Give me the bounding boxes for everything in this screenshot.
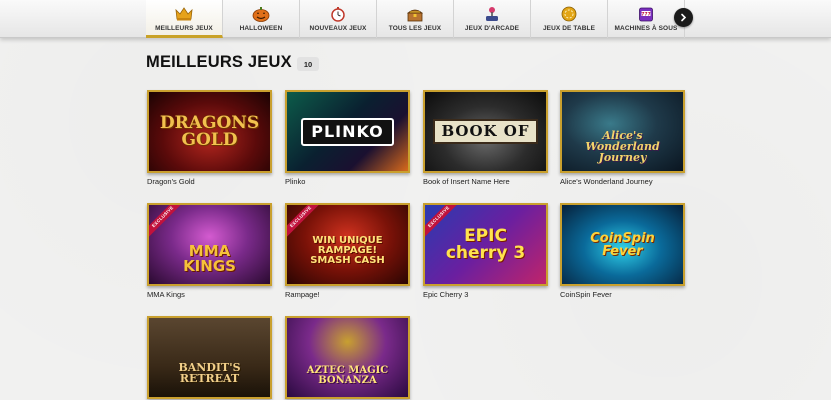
game-count-badge: 10 (297, 57, 319, 71)
slot-machine-icon: 777 (637, 6, 655, 22)
game-tile-epic-cherry-3[interactable]: EXCLUSIVE EPIC cherry 3 Epic Cherry 3 (423, 203, 548, 299)
tab-label: MACHINES À SOUS (614, 25, 678, 32)
tab-label: HALLOWEEN (239, 25, 283, 32)
game-thumbnail[interactable]: EXCLUSIVE EPIC cherry 3 (423, 203, 548, 286)
game-logo: BOOK OF (433, 119, 538, 144)
game-logo: WIN UNIQUE RAMPAGE! SMASH CASH (310, 234, 385, 266)
game-thumbnail[interactable]: CoinSpin Fever (560, 203, 685, 286)
game-logo: CoinSpin Fever (590, 230, 655, 259)
game-thumbnail[interactable]: EXCLUSIVE MMA KINGS (147, 203, 272, 286)
game-thumbnail[interactable]: BANDIT'S RETREAT (147, 316, 272, 399)
game-thumbnail[interactable]: BOOK OF (423, 90, 548, 173)
tab-jeux-darcade[interactable]: JEUX D'ARCADE (454, 0, 531, 38)
game-logo: BANDIT'S RETREAT (178, 360, 241, 385)
joystick-icon (483, 6, 501, 22)
game-logo: DRAGONS GOLD (159, 112, 260, 150)
game-title[interactable]: Rampage! (285, 290, 410, 299)
game-title[interactable]: Dragon's Gold (147, 177, 272, 186)
game-tile-book-of[interactable]: BOOK OF Book of Insert Name Here (423, 90, 548, 186)
tab-meilleurs-jeux[interactable]: MEILLEURS JEUX (146, 0, 223, 38)
crown-icon (175, 6, 193, 22)
game-tile-dragons-gold[interactable]: DRAGONS GOLD Dragon's Gold (147, 90, 272, 186)
game-logo: Alice's Wonderland Journey (585, 129, 660, 164)
pumpkin-icon (252, 6, 270, 22)
game-logo: EPIC cherry 3 (445, 225, 526, 263)
game-tile-bandits-retreat[interactable]: BANDIT'S RETREAT (147, 316, 272, 399)
tab-label: NOUVEAUX JEUX (309, 25, 367, 32)
game-thumbnail[interactable]: Alice's Wonderland Journey (560, 90, 685, 173)
game-tile-coinspin-fever[interactable]: CoinSpin Fever CoinSpin Fever (560, 203, 685, 299)
game-thumbnail[interactable]: DRAGONS GOLD (147, 90, 272, 173)
game-title[interactable]: Plinko (285, 177, 410, 186)
tab-nouveaux-jeux[interactable]: NOUVEAUX JEUX (300, 0, 377, 38)
game-title[interactable]: Epic Cherry 3 (423, 290, 548, 299)
game-logo: PLINKO (301, 117, 394, 146)
category-nav: MEILLEURS JEUX HALLOWEEN NOUVEAUX JEUX T… (0, 0, 831, 38)
tab-label: MEILLEURS JEUX (155, 25, 213, 32)
stopwatch-icon (329, 6, 347, 22)
game-tile-plinko[interactable]: PLINKO Plinko (285, 90, 410, 186)
game-title[interactable]: Book of Insert Name Here (423, 177, 548, 186)
game-thumbnail[interactable]: AZTEC MAGIC BONANZA (285, 316, 410, 399)
tab-label: JEUX D'ARCADE (464, 25, 520, 32)
game-thumbnail[interactable]: PLINKO (285, 90, 410, 173)
game-tile-alices-wonderland[interactable]: Alice's Wonderland Journey Alice's Wonde… (560, 90, 685, 186)
treasure-chest-icon (406, 6, 424, 22)
game-title[interactable]: Alice's Wonderland Journey (560, 177, 685, 186)
nav-next-button[interactable] (674, 8, 693, 27)
game-title[interactable]: MMA Kings (147, 290, 272, 299)
chip-icon (560, 6, 578, 22)
tab-label: TOUS LES JEUX (388, 25, 442, 32)
game-thumbnail[interactable]: EXCLUSIVE WIN UNIQUE RAMPAGE! SMASH CASH (285, 203, 410, 286)
tab-jeux-de-table[interactable]: JEUX DE TABLE (531, 0, 608, 38)
svg-text:777: 777 (641, 11, 650, 17)
tab-label: JEUX DE TABLE (542, 25, 596, 32)
game-title[interactable]: CoinSpin Fever (560, 290, 685, 299)
game-logo: AZTEC MAGIC BONANZA (306, 364, 389, 386)
game-tile-aztec-magic-bonanza[interactable]: AZTEC MAGIC BONANZA (285, 316, 410, 399)
game-tile-mma-kings[interactable]: EXCLUSIVE MMA KINGS MMA Kings (147, 203, 272, 299)
chevron-right-icon (679, 9, 688, 27)
tab-halloween[interactable]: HALLOWEEN (223, 0, 300, 38)
game-tile-rampage[interactable]: EXCLUSIVE WIN UNIQUE RAMPAGE! SMASH CASH… (285, 203, 410, 299)
section-title: MEILLEURS JEUX (146, 53, 292, 71)
game-logo: MMA KINGS (183, 241, 236, 275)
tab-tous-les-jeux[interactable]: TOUS LES JEUX (377, 0, 454, 38)
